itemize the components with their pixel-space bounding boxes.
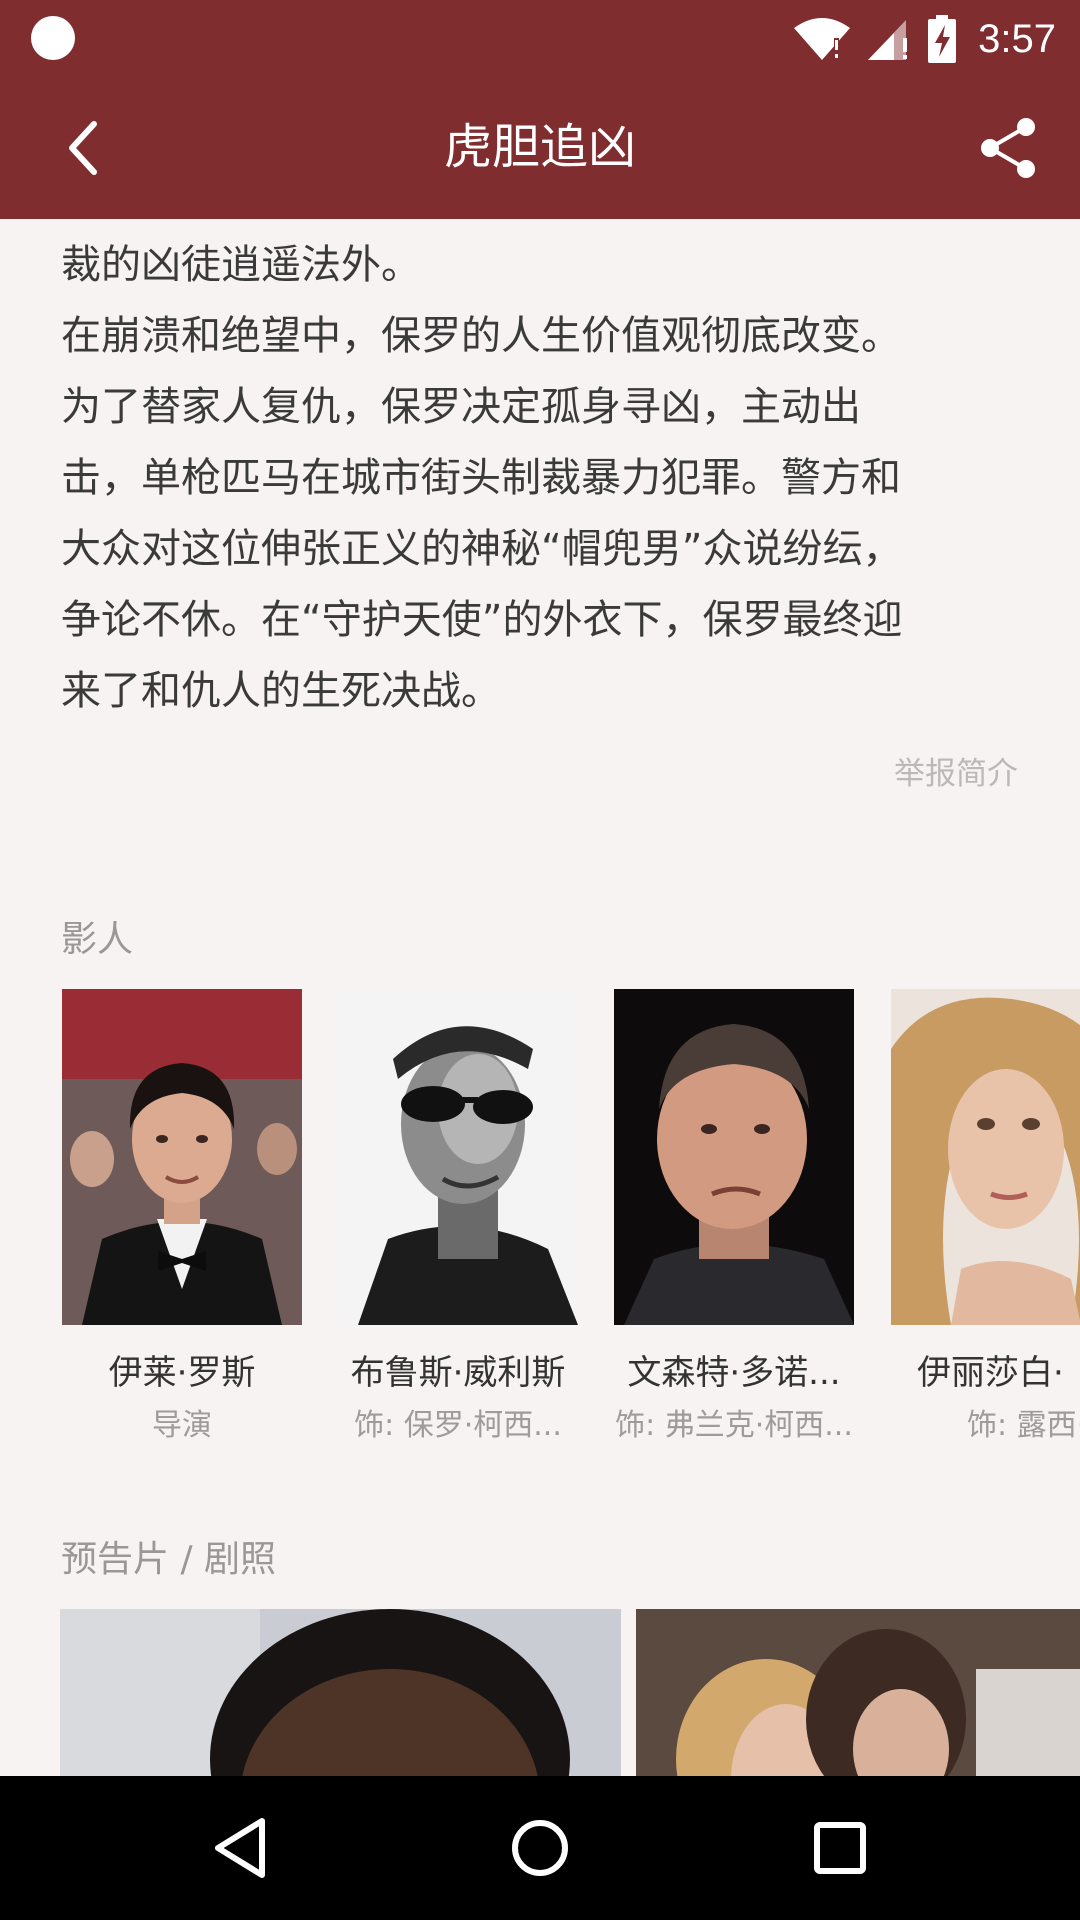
synopsis-line: 裁的凶徒逍遥法外。 — [61, 242, 421, 288]
cast-photo — [891, 989, 1080, 1325]
signal-alert-icon — [868, 20, 908, 60]
cast-card[interactable]: 伊莱·罗斯 导演 — [62, 989, 302, 1444]
media-thumbnail[interactable] — [60, 1609, 621, 1776]
cast-card[interactable]: 布鲁斯·威利斯 饰: 保罗·柯西... — [338, 989, 578, 1444]
cast-card[interactable]: 伊丽莎白· 饰: 露西·柯西 — [891, 989, 1080, 1444]
battery-charging-icon — [928, 15, 957, 63]
nav-back-button[interactable] — [204, 1812, 276, 1884]
media-thumbnail[interactable] — [636, 1609, 1080, 1776]
app-bar: 虎胆追凶 — [0, 76, 1080, 219]
share-icon — [981, 118, 1035, 178]
notification-dot-icon — [31, 16, 75, 60]
synopsis-line: 击，单枪匹马在城市街头制裁暴力犯罪。警方和 — [61, 455, 901, 501]
synopsis-line: 大众对这位伸张正义的神秘“帽兜男”众说纷纭， — [61, 526, 903, 572]
synopsis-line: 在崩溃和绝望中，保罗的人生价值观彻底改变。 — [61, 313, 901, 359]
cast-role: 饰: 保罗·柯西... — [354, 1408, 562, 1443]
cast-card[interactable]: 文森特·多诺... 饰: 弗兰克·柯西... — [614, 989, 854, 1444]
status-bar: 3:57 — [0, 0, 1080, 76]
cast-role: 饰: 弗兰克·柯西... — [615, 1408, 853, 1443]
cast-name: 布鲁斯·威利斯 — [350, 1353, 566, 1393]
wifi-alert-icon — [794, 18, 851, 60]
synopsis-line: 争论不休。在“守护天使”的外衣下，保罗最终迎 — [61, 597, 903, 643]
page-title: 虎胆追凶 — [443, 119, 636, 175]
nav-recents-icon — [814, 1822, 866, 1874]
synopsis-line: 来了和仇人的生死决战。 — [61, 668, 501, 714]
cast-list[interactable]: 伊莱·罗斯 导演 布鲁斯·威利斯 饰: 保罗·柯西... 文森特·多诺... 饰… — [62, 989, 1080, 1449]
synopsis-text: 裁的凶徒逍遥法外。 在崩溃和绝望中，保罗的人生价值观彻底改变。 为了替家人复仇，… — [61, 230, 1021, 727]
status-icons: 3:57 — [792, 8, 1056, 70]
status-time: 3:57 — [978, 16, 1056, 61]
navigation-bar — [0, 1776, 1080, 1920]
nav-home-button[interactable] — [504, 1812, 576, 1884]
cast-photo — [62, 989, 302, 1325]
report-synopsis-link[interactable]: 举报简介 — [894, 748, 1018, 793]
cast-section-label: 影人 — [61, 919, 134, 960]
cast-name: 伊莱·罗斯 — [108, 1353, 256, 1393]
share-button[interactable] — [972, 112, 1044, 184]
media-section-label: 预告片 / 剧照 — [61, 1539, 277, 1580]
media-list[interactable] — [60, 1609, 1080, 1776]
cast-name: 文森特·多诺... — [627, 1353, 841, 1393]
nav-recents-button[interactable] — [804, 1812, 876, 1884]
nav-back-icon — [215, 1818, 265, 1878]
synopsis-line: 为了替家人复仇，保罗决定孤身寻凶，主动出 — [61, 384, 861, 430]
cast-role: 饰: 露西·柯西 — [967, 1408, 1080, 1443]
nav-home-icon — [512, 1820, 568, 1876]
cast-photo — [338, 989, 578, 1325]
back-button[interactable] — [48, 112, 120, 184]
back-arrow-icon — [69, 121, 97, 175]
cast-photo — [614, 989, 854, 1325]
cast-name: 伊丽莎白· — [917, 1353, 1064, 1393]
cast-role: 导演 — [152, 1408, 212, 1443]
